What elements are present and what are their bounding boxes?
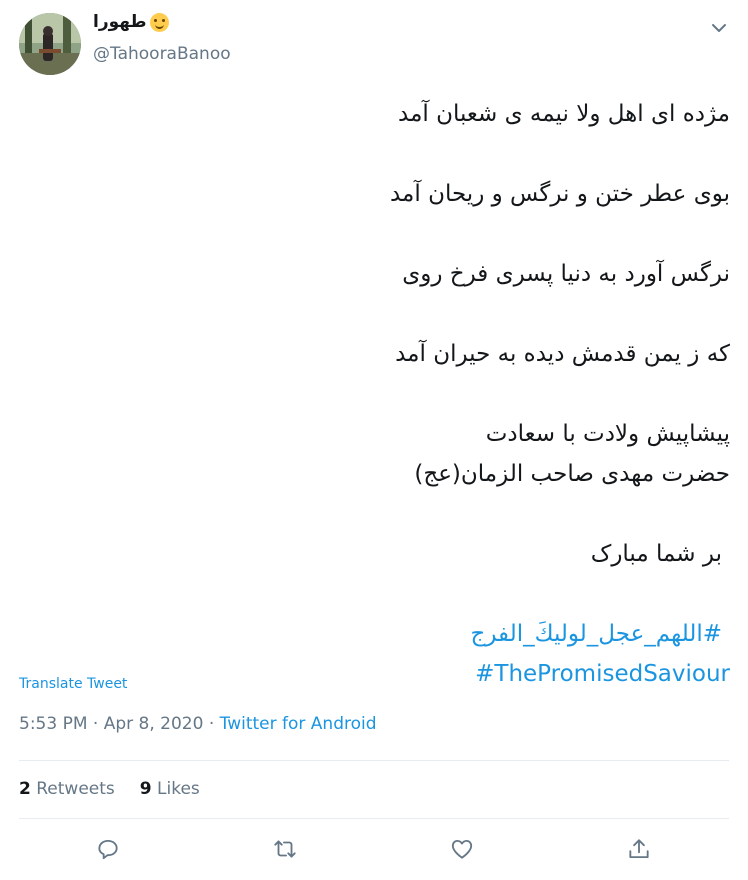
tweet-line: پیشاپیش ولادت با سعادت	[485, 421, 730, 447]
avatar[interactable]	[19, 13, 81, 75]
tweet-time[interactable]: 5:53 PM	[19, 714, 88, 734]
likes-stat[interactable]: 9 Likes	[140, 779, 200, 799]
likes-label: Likes	[157, 779, 200, 799]
author-name-row[interactable]: طهورا	[93, 12, 169, 32]
hashtag-link[interactable]: #اللهم_عجل_لوليكَ_الفرج	[471, 621, 722, 647]
tweet-line: مژده ای اهل ولا نیمه ی شعبان آمد	[398, 101, 730, 127]
meta-separator: ·	[208, 714, 215, 734]
divider	[19, 818, 729, 819]
hashtag-link[interactable]: #ThePromisedSaviour	[475, 661, 730, 687]
divider	[19, 760, 729, 761]
tweet-date[interactable]: Apr 8, 2020	[104, 714, 204, 734]
retweets-label: Retweets	[36, 779, 115, 799]
author-handle[interactable]: @TahooraBanoo	[93, 44, 231, 64]
tweet-stats: 2 Retweets 9 Likes	[19, 779, 200, 799]
tweet-source-link[interactable]: Twitter for Android	[220, 714, 377, 734]
chevron-down-icon[interactable]	[709, 18, 729, 38]
tweet-line: حضرت مهدی صاحب الزمان(عج)	[414, 461, 730, 487]
tweet-text: مژده ای اهل ولا نیمه ی شعبان آمد بوی عطر…	[240, 94, 730, 694]
tweet-line: که ز یمن قدمش دیده به حیران آمد	[395, 341, 730, 367]
tweet-line: بوی عطر ختن و نرگس و ریحان آمد	[389, 181, 730, 207]
retweets-count: 2	[19, 779, 31, 799]
reply-icon[interactable]	[95, 836, 123, 864]
meta-separator: ·	[92, 714, 99, 734]
tweet-line: بر شما مبارک	[590, 541, 722, 567]
tweet-metadata: 5:53 PM · Apr 8, 2020 · Twitter for Andr…	[19, 714, 377, 734]
author-display-name[interactable]: طهورا	[93, 12, 147, 32]
smiling-face-emoji-icon	[149, 12, 169, 32]
tweet-line: نرگس آورد به دنیا پسری فرخ روی	[402, 261, 730, 287]
share-icon[interactable]	[626, 836, 654, 864]
translate-tweet-link[interactable]: Translate Tweet	[19, 676, 127, 692]
retweets-stat[interactable]: 2 Retweets	[19, 779, 115, 799]
tweet-actions-bar	[0, 836, 748, 864]
like-icon[interactable]	[449, 836, 477, 864]
retweet-icon[interactable]	[272, 836, 300, 864]
likes-count: 9	[139, 779, 152, 799]
